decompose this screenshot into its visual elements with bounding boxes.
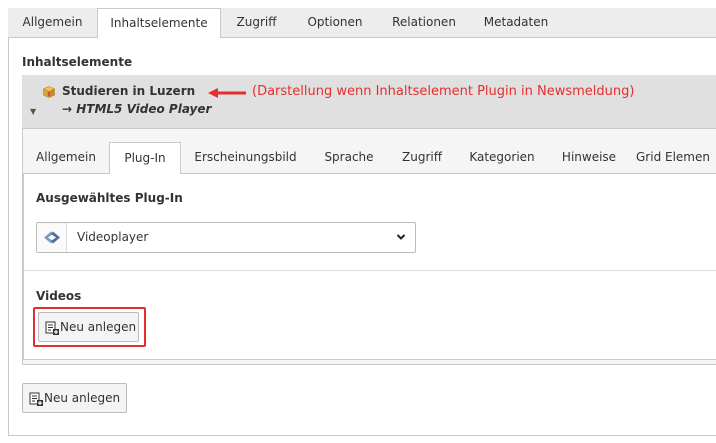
- inner-tab-sprache[interactable]: Sprache: [310, 142, 388, 174]
- plugin-icon-box: [37, 223, 67, 252]
- plugin-select-value: Videoplayer: [77, 230, 149, 244]
- outer-tab-bar: Allgemein Inhaltselemente Zugriff Option…: [8, 8, 716, 39]
- tab-allgemein[interactable]: Allgemein: [8, 8, 97, 38]
- new-record-icon: [29, 392, 43, 406]
- tab-optionen[interactable]: Optionen: [292, 8, 378, 38]
- content-new-button[interactable]: Neu anlegen: [22, 383, 127, 413]
- package-icon: [43, 86, 55, 98]
- videos-new-button-label: Neu anlegen: [60, 320, 137, 334]
- content-element-title: Studieren in Luzern: [62, 84, 196, 98]
- annotation-text: (Darstellung wenn Inhaltselement Plugin …: [252, 84, 635, 99]
- new-record-icon: [45, 321, 59, 335]
- content-new-button-label: Neu anlegen: [44, 391, 121, 405]
- inner-tab-hinweise[interactable]: Hinweise: [548, 142, 630, 174]
- caret-down-icon[interactable]: ▼: [30, 107, 36, 116]
- arrow-left-icon: [208, 88, 246, 98]
- tab-metadaten[interactable]: Metadaten: [470, 8, 562, 38]
- inner-tab-plugin[interactable]: Plug-In: [109, 142, 181, 175]
- inner-tab-grid-elements[interactable]: Grid Elemen: [630, 142, 716, 174]
- videos-field-label: Videos: [36, 289, 82, 303]
- chevron-down-icon: [396, 234, 406, 240]
- divider: [24, 270, 716, 271]
- tab-inhaltselemente[interactable]: Inhaltselemente: [97, 8, 221, 39]
- inner-tab-erscheinungsbild[interactable]: Erscheinungsbild: [181, 142, 310, 174]
- inner-tab-allgemein[interactable]: Allgemein: [23, 142, 109, 174]
- content-element-subtitle: → HTML5 Video Player: [62, 102, 212, 116]
- tab-zugriff[interactable]: Zugriff: [221, 8, 292, 38]
- inner-tab-zugriff[interactable]: Zugriff: [388, 142, 456, 174]
- section-title: Inhaltselemente: [22, 55, 133, 69]
- tab-relationen[interactable]: Relationen: [378, 8, 470, 38]
- inner-tab-bar: Allgemein Plug-In Erscheinungsbild Sprac…: [23, 142, 716, 175]
- videos-new-button[interactable]: Neu anlegen: [38, 312, 139, 342]
- plugin-field-label: Ausgewähltes Plug-In: [36, 191, 183, 205]
- inner-tab-kategorien[interactable]: Kategorien: [456, 142, 548, 174]
- plugin-select[interactable]: Videoplayer: [36, 222, 416, 253]
- plugin-icon: [44, 231, 60, 244]
